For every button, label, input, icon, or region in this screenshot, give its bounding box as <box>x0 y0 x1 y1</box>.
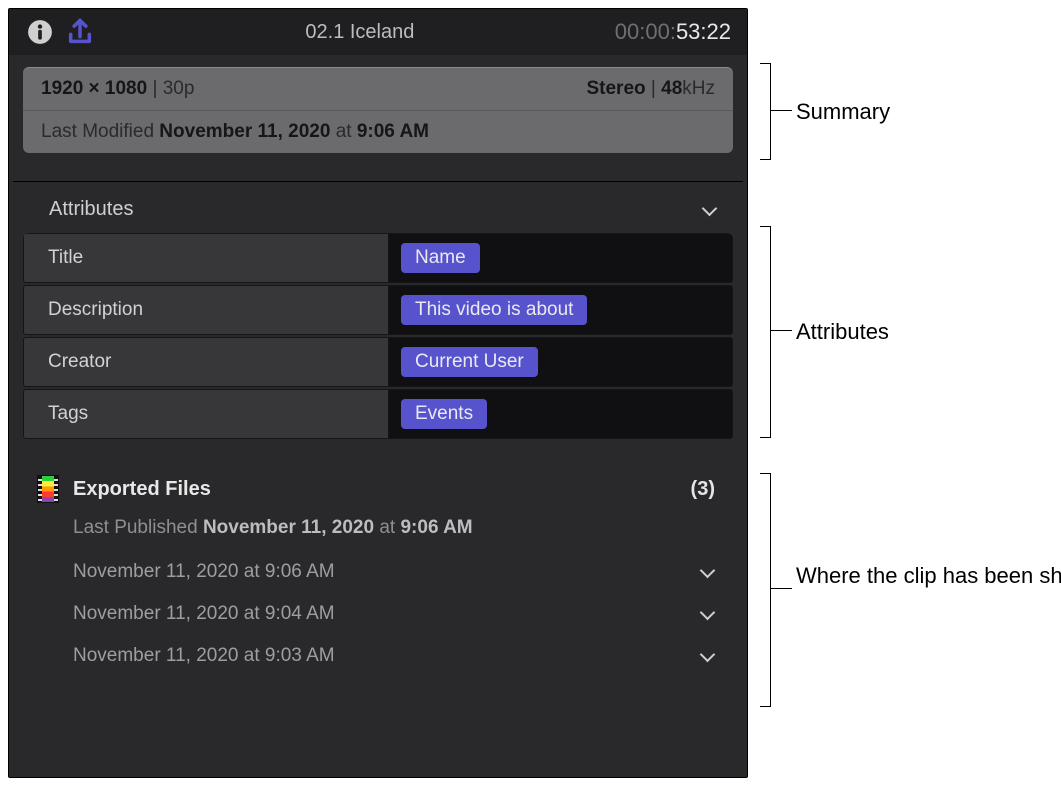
attribute-value-cell[interactable]: Current User <box>388 338 732 386</box>
attribute-label: Tags <box>24 403 388 425</box>
exported-file-row[interactable]: November 11, 2020 at 9:04 AM <box>23 593 733 635</box>
chevron-down-icon <box>699 648 715 664</box>
timecode: 00:00:53:22 <box>615 19 731 45</box>
callout-bracket <box>760 473 771 707</box>
summary-audio-spec: Stereo | 48kHz <box>586 78 715 100</box>
info-tab-icon[interactable] <box>25 17 55 47</box>
attribute-row-title: Title Name <box>23 233 733 283</box>
callout-label-summary: Summary <box>796 98 890 127</box>
attribute-row-creator: Creator Current User <box>23 337 733 387</box>
callout-tick <box>770 110 792 111</box>
timecode-dim: 00:00: <box>615 19 676 44</box>
attribute-label: Description <box>24 299 388 321</box>
summary-video-spec: 1920 × 1080 | 30p <box>41 78 194 100</box>
chevron-down-icon <box>701 202 717 218</box>
callout-bracket <box>760 63 771 160</box>
attribute-token[interactable]: Current User <box>401 347 538 377</box>
attributes-heading-row[interactable]: Attributes <box>9 182 747 233</box>
exported-file-date: November 11, 2020 at 9:04 AM <box>73 603 335 625</box>
exported-file-date: November 11, 2020 at 9:03 AM <box>73 645 335 667</box>
attribute-token[interactable]: Events <box>401 399 487 429</box>
callout-tick <box>770 330 792 331</box>
share-tab-icon[interactable] <box>65 17 95 47</box>
callout-tick <box>770 588 792 589</box>
callout-bracket <box>760 226 771 438</box>
attribute-value-cell[interactable]: This video is about <box>388 286 732 334</box>
attribute-token[interactable]: Name <box>401 243 480 273</box>
callout-label-shared: Where the clip has been shared <box>796 562 1006 591</box>
attribute-row-tags: Tags Events <box>23 389 733 439</box>
chevron-down-icon <box>699 606 715 622</box>
attribute-label: Creator <box>24 351 388 373</box>
exported-file-row[interactable]: November 11, 2020 at 9:06 AM <box>23 551 733 593</box>
attribute-value-cell[interactable]: Name <box>388 234 732 282</box>
exported-section: Exported Files (3) Last Published Novemb… <box>23 475 733 677</box>
summary-last-modified: Last Modified November 11, 2020 at 9:06 … <box>23 111 733 153</box>
chevron-down-icon <box>699 564 715 580</box>
share-inspector-panel: 02.1 Iceland 00:00:53:22 1920 × 1080 | 3… <box>8 8 748 778</box>
attributes-heading: Attributes <box>49 198 133 221</box>
summary-top-row: 1920 × 1080 | 30p Stereo | 48kHz <box>23 68 733 110</box>
exported-file-date: November 11, 2020 at 9:06 AM <box>73 561 335 583</box>
attribute-label: Title <box>24 247 388 269</box>
attribute-token[interactable]: This video is about <box>401 295 587 325</box>
attribute-row-description: Description This video is about <box>23 285 733 335</box>
attribute-value-cell[interactable]: Events <box>388 390 732 438</box>
inspector-header: 02.1 Iceland 00:00:53:22 <box>9 9 747 55</box>
film-strip-icon <box>37 475 59 503</box>
exported-file-row[interactable]: November 11, 2020 at 9:03 AM <box>23 635 733 677</box>
exported-count: (3) <box>691 478 715 501</box>
exported-heading: Exported Files <box>73 478 691 501</box>
clip-title: 02.1 Iceland <box>105 21 615 44</box>
callout-label-attributes: Attributes <box>796 318 889 347</box>
timecode-bright: 53:22 <box>676 19 731 44</box>
exported-last-published: Last Published November 11, 2020 at 9:06… <box>23 509 733 551</box>
exported-heading-row: Exported Files (3) <box>23 475 733 509</box>
attributes-list: Title Name Description This video is abo… <box>23 233 733 441</box>
summary-card: 1920 × 1080 | 30p Stereo | 48kHz Last Mo… <box>23 67 733 153</box>
